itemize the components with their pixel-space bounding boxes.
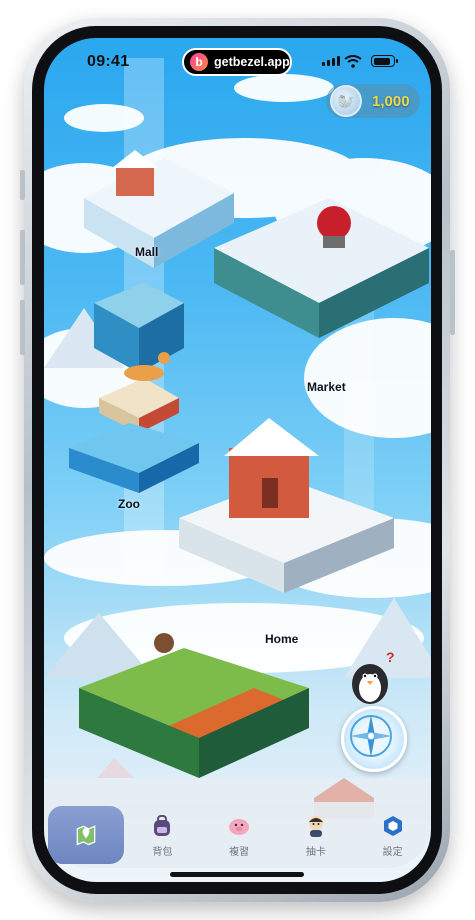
home-indicator [170,872,304,877]
location-market[interactable]: Market [307,380,346,394]
backpack-icon [149,813,175,839]
compass-icon [350,715,392,757]
power-button [450,250,455,335]
piggy-icon [226,813,252,839]
wifi-icon [344,55,362,68]
tab-bag[interactable]: 背包 [124,802,201,868]
url-pill[interactable]: b getbezel.app [182,48,292,76]
tab-map[interactable] [48,806,124,864]
map-pin-icon [73,822,99,848]
volume-down-button [20,300,25,355]
volume-up-button [20,230,25,285]
compass-button[interactable] [341,706,407,772]
battery-icon [371,55,398,67]
bezel-logo: b [190,53,208,71]
seal-coin-icon: 🦭 [330,85,362,117]
hexagon-settings-icon [380,813,406,839]
location-home[interactable]: Home [265,632,298,646]
status-time: 09:41 [87,53,130,70]
currency-pill[interactable]: 🦭 1,000 [326,84,420,118]
screen: 09:41 b getbezel.app 🦭 1,000 Mall Market… [44,38,431,882]
location-zoo[interactable]: Zoo [118,497,140,511]
url-text: getbezel.app [214,55,290,69]
bottom-tab-bar: 背包 複習 抽卡 設定 [44,802,431,868]
tab-label: 抽卡 [305,846,326,858]
tab-label: 背包 [152,846,173,858]
cellular-signal-icon [322,56,340,66]
tab-study[interactable]: 複習 [201,802,278,868]
action-button [20,170,25,200]
tab-settings[interactable]: 設定 [354,802,431,868]
location-mall[interactable]: Mall [135,245,158,259]
tab-label: 設定 [382,846,403,858]
help-mark: ? [386,650,395,665]
character-card-icon [303,813,329,839]
tab-gacha[interactable]: 抽卡 [278,802,355,868]
penguin-helper-icon[interactable]: ? [346,650,398,706]
currency-amount: 1,000 [372,92,410,110]
tab-label: 複習 [229,846,250,858]
